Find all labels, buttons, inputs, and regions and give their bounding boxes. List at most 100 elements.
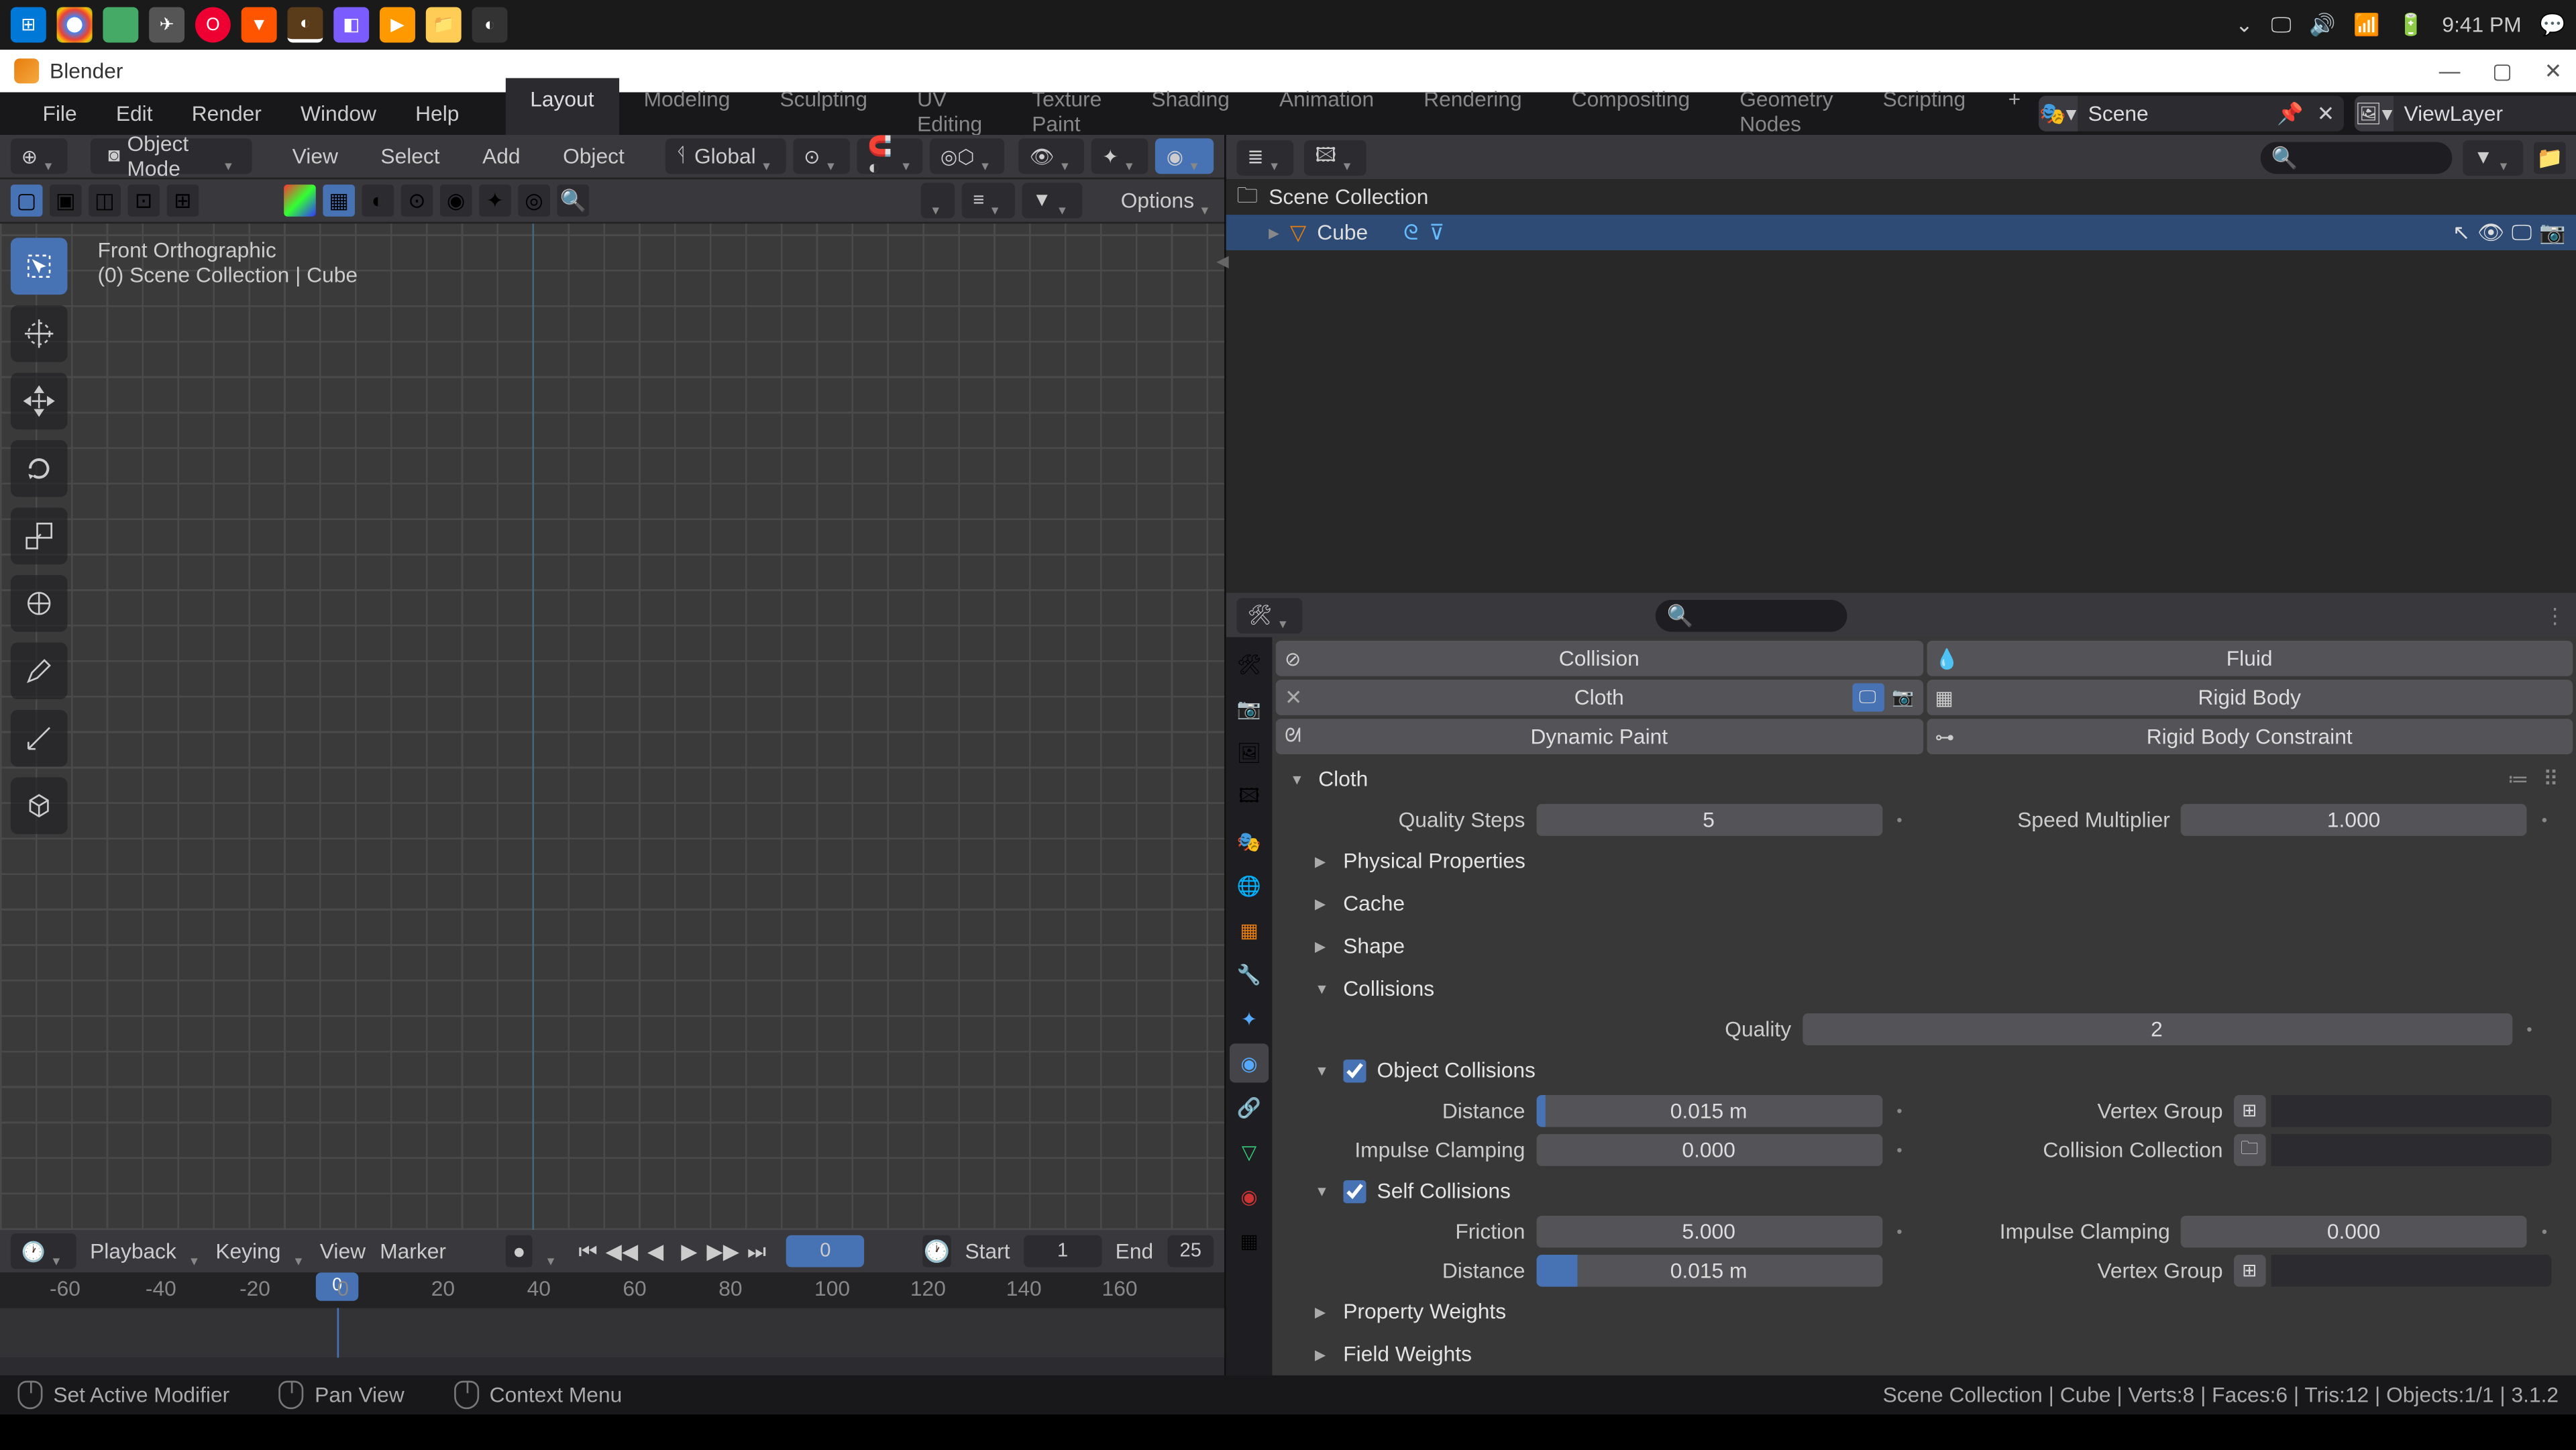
tab-scene-icon[interactable]: 🎭 bbox=[1230, 822, 1269, 861]
move-tool[interactable] bbox=[11, 372, 68, 429]
select-mode-5[interactable]: ⊞ bbox=[167, 185, 199, 217]
speed-mult-field[interactable]: 1.000 bbox=[2181, 804, 2527, 836]
anim-dot-icon[interactable]: • bbox=[1892, 811, 1907, 829]
blender-icon[interactable]: ◐ bbox=[472, 7, 508, 43]
vp-menu-object[interactable]: Object bbox=[545, 137, 643, 176]
current-frame[interactable]: 0 bbox=[787, 1235, 864, 1267]
outliner-root[interactable]: 🗀 Scene Collection bbox=[1226, 179, 2576, 215]
menu-edit[interactable]: Edit bbox=[98, 94, 170, 133]
menu-window[interactable]: Window bbox=[283, 94, 394, 133]
outliner-display-button[interactable]: 🖾 bbox=[1305, 140, 1366, 175]
shading-6[interactable]: ◎ bbox=[518, 185, 550, 217]
jump-start-icon[interactable]: ⏮ bbox=[572, 1235, 604, 1267]
timeline-ruler[interactable]: 0 -60-40-20020406080100120140160 bbox=[0, 1272, 1224, 1308]
mode-selector[interactable]: ◙ Object Mode bbox=[91, 138, 252, 174]
shading-5[interactable]: ✦ bbox=[479, 185, 511, 217]
modifier-icon[interactable]: ᘓ bbox=[1403, 219, 1418, 246]
tab-physics-icon[interactable]: ◉ bbox=[1230, 1043, 1269, 1082]
scene-pin-icon[interactable]: 📌 bbox=[2273, 96, 2308, 132]
pivot-button[interactable]: ⊙ bbox=[793, 138, 850, 174]
scene-delete-icon[interactable]: ✕ bbox=[2308, 96, 2344, 132]
vp-menu-view[interactable]: View bbox=[274, 137, 356, 176]
view-dropdown[interactable]: ≡ bbox=[962, 183, 1014, 218]
anim-dot-icon[interactable]: • bbox=[1892, 1102, 1907, 1120]
tl-keying[interactable]: Keying bbox=[215, 1239, 280, 1263]
quality-field[interactable]: 2 bbox=[1802, 1013, 2512, 1045]
tray-wifi-icon[interactable]: 📶 bbox=[2353, 13, 2380, 38]
physics-rigidbody-button[interactable]: ▦Rigid Body bbox=[1926, 680, 2573, 715]
filter-dropdown[interactable]: ▼ bbox=[1022, 183, 1082, 218]
select-mode-4[interactable]: ⊡ bbox=[127, 185, 160, 217]
visibility-button[interactable]: 👁 bbox=[1019, 138, 1085, 174]
drag-icon[interactable]: ⠿ bbox=[2543, 767, 2559, 792]
quality-steps-field[interactable]: 5 bbox=[1536, 804, 1882, 836]
menu-help[interactable]: Help bbox=[398, 94, 477, 133]
outliner-new-collection[interactable]: 📁 bbox=[2534, 141, 2566, 173]
shading-3[interactable]: ⊙ bbox=[401, 185, 433, 217]
hide-select-icon[interactable]: ↖ bbox=[2453, 219, 2471, 246]
collisions-header[interactable]: ▼Collisions bbox=[1272, 968, 2576, 1010]
obj-collisions-header[interactable]: ▼Object Collisions bbox=[1272, 1049, 2576, 1091]
proportional-button[interactable]: ◎⬡ bbox=[930, 138, 1005, 174]
physics-fluid-button[interactable]: 💧Fluid bbox=[1926, 641, 2573, 676]
options-button[interactable]: Options bbox=[1121, 188, 1194, 213]
anim-dot-icon[interactable]: • bbox=[1892, 1141, 1907, 1159]
shape-header[interactable]: ▶Shape bbox=[1272, 925, 2576, 967]
select-mode-3[interactable]: ◫ bbox=[89, 185, 121, 217]
tab-viewlayer-icon[interactable]: 🖾 bbox=[1230, 778, 1269, 817]
anim-dot-icon[interactable]: • bbox=[1892, 1223, 1907, 1240]
impulse-field[interactable]: 0.000 bbox=[1536, 1134, 1882, 1166]
cache-header[interactable]: ▶Cache bbox=[1272, 882, 2576, 925]
properties-editor-button[interactable]: 🛠 bbox=[1237, 597, 1303, 633]
properties-options-icon[interactable]: ⋮ bbox=[2544, 603, 2566, 627]
viewlayer-name[interactable]: ViewLayer bbox=[2394, 101, 2576, 126]
shading-1[interactable]: ▦ bbox=[323, 185, 355, 217]
physics-collision-button[interactable]: ⊘Collision bbox=[1276, 641, 1923, 676]
3d-viewport[interactable]: Front Orthographic (0) Scene Collection … bbox=[0, 223, 1224, 1230]
friction-field[interactable]: 5.000 bbox=[1536, 1216, 1882, 1248]
self-collisions-checkbox[interactable] bbox=[1343, 1180, 1366, 1202]
vgroup-icon[interactable]: ⊞ bbox=[2233, 1095, 2265, 1127]
end-frame[interactable]: 25 bbox=[1167, 1235, 1214, 1267]
properties-search[interactable]: 🔍 bbox=[1656, 599, 1848, 631]
menu-file[interactable]: File bbox=[25, 94, 95, 133]
tab-material-icon[interactable]: ◉ bbox=[1230, 1177, 1269, 1216]
tray-chevron-icon[interactable]: ⌄ bbox=[2235, 13, 2253, 38]
prop-weights-header[interactable]: ▶Property Weights bbox=[1272, 1290, 2576, 1333]
tab-output-icon[interactable]: 🖼 bbox=[1230, 733, 1269, 772]
scene-name[interactable]: Scene bbox=[2078, 101, 2273, 126]
range-button[interactable]: 🕐 bbox=[923, 1235, 951, 1267]
play-reverse-icon[interactable]: ◀ bbox=[639, 1235, 672, 1267]
collection-icon[interactable]: 🗀 bbox=[2233, 1134, 2265, 1166]
annotate-tool[interactable] bbox=[11, 642, 68, 699]
vgroup-field[interactable] bbox=[2271, 1095, 2552, 1127]
anim-dot-icon[interactable]: • bbox=[2522, 1021, 2536, 1038]
collapse-icon[interactable]: ◀ bbox=[1216, 234, 1230, 287]
scale-tool[interactable] bbox=[11, 507, 68, 564]
minimize-button[interactable]: — bbox=[2439, 58, 2461, 83]
outliner-search[interactable]: 🔍 bbox=[2261, 141, 2453, 173]
list-icon[interactable]: ≔ bbox=[2508, 767, 2529, 792]
vgroup-icon[interactable]: ⊞ bbox=[2233, 1255, 2265, 1287]
self-impulse-field[interactable]: 0.000 bbox=[2181, 1216, 2527, 1248]
coll-collection-field[interactable] bbox=[2271, 1134, 2552, 1166]
timeline-body[interactable] bbox=[0, 1308, 1224, 1357]
self-collisions-header[interactable]: ▼Self Collisions bbox=[1272, 1170, 2576, 1212]
overlay-button[interactable]: ◉ bbox=[1156, 138, 1214, 174]
physics-rbconstraint-button[interactable]: ⊶Rigid Body Constraint bbox=[1926, 719, 2573, 754]
timeline-scrollbar[interactable] bbox=[0, 1357, 1224, 1375]
chrome-icon[interactable] bbox=[57, 7, 93, 43]
start-frame[interactable]: 1 bbox=[1024, 1235, 1102, 1267]
snap-button[interactable]: 🧲◐ bbox=[857, 138, 922, 174]
blender-taskbar-icon[interactable]: ◐ bbox=[287, 7, 323, 43]
tray-monitor-icon[interactable]: 🖵 bbox=[2271, 11, 2292, 38]
tl-playback[interactable]: Playback bbox=[90, 1239, 176, 1263]
select-mode-2[interactable]: ▣ bbox=[50, 185, 82, 217]
self-vgroup-field[interactable] bbox=[2271, 1255, 2552, 1287]
cloth-panel-header[interactable]: ▼ Cloth ≔⠿ bbox=[1272, 758, 2576, 800]
search-icon[interactable]: 🔍 bbox=[557, 185, 590, 217]
field-weights-header[interactable]: ▶Field Weights bbox=[1272, 1333, 2576, 1375]
hide-render-icon[interactable]: 🖵 bbox=[2512, 219, 2532, 246]
obj-collisions-checkbox[interactable] bbox=[1343, 1059, 1366, 1082]
disable-render-icon[interactable]: 📷 bbox=[2539, 219, 2566, 246]
